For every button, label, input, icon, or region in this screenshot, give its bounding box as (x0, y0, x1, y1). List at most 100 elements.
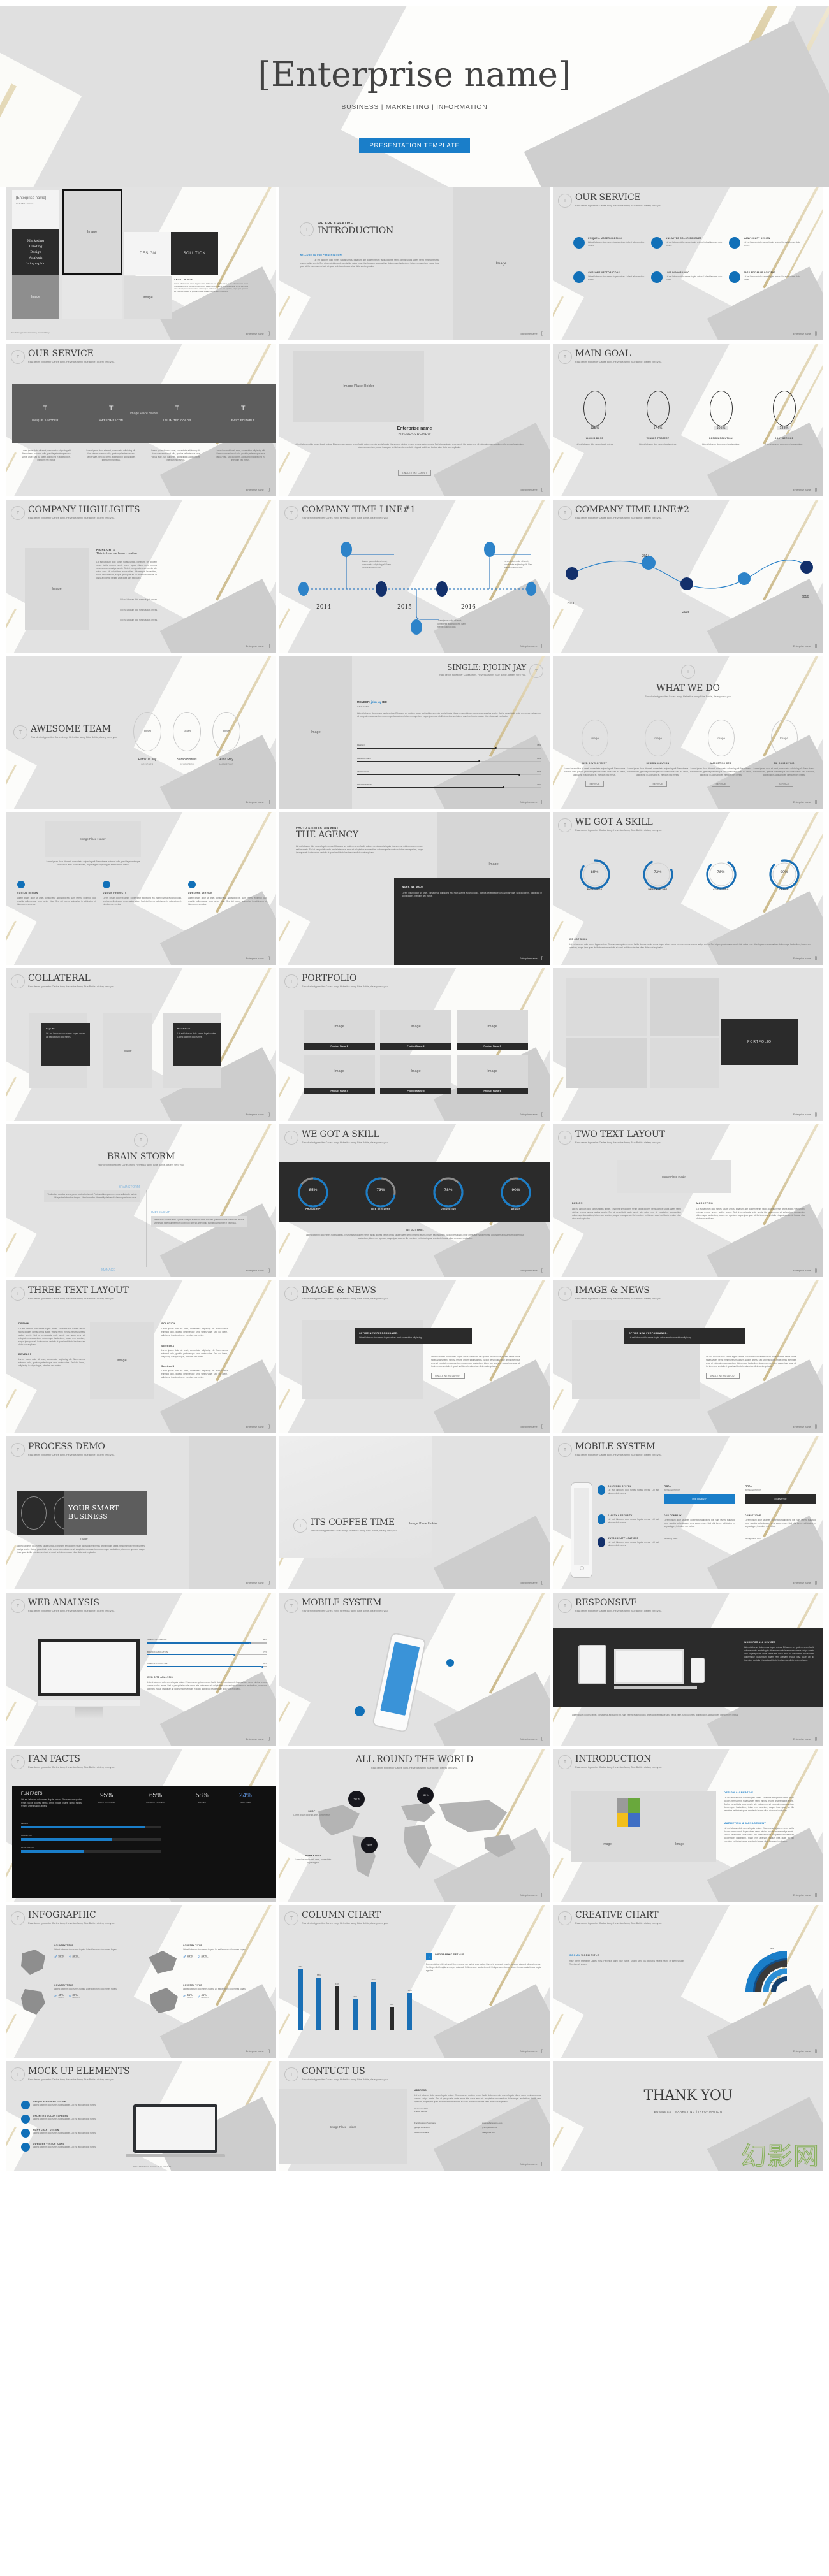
service-button[interactable]: SERVICE (585, 780, 604, 787)
service-item[interactable]: UNIQUE & MODERN DESIGN Lid est laborum do… (573, 237, 647, 249)
slide-process-demo[interactable]: T PROCESS DEMO Raw denim typewriter Carl… (6, 1436, 276, 1589)
skill-donut-item[interactable]: 78% CONSULTING (414, 1175, 482, 1210)
mockup-item[interactable]: UNLIMITED COLOR SCHEMES Lid est laborum d… (21, 2115, 117, 2124)
slide-portfolio-dark[interactable]: PORTFOLIO Enterprise name[] (553, 968, 823, 1121)
slide-cover-mosaic[interactable]: [Enterprise name] PRESENTATION Marketing… (6, 187, 276, 340)
portfolio-card[interactable]: Image Product Name 4 (304, 1055, 375, 1094)
service-item[interactable]: UNLIMITED COLOR SCHEMES Lid est laborum d… (651, 237, 725, 249)
slide-three-text-layout[interactable]: T THREE TEXT LAYOUT Raw denim typewriter… (6, 1280, 276, 1433)
competitor-button[interactable]: COMPETITOR (745, 1494, 816, 1504)
country-block[interactable]: COUNTRY TITLE Lid est laborum dolo rumes… (16, 1944, 138, 1980)
country-block[interactable]: COUNTRY TITLE Lid est laborum dolo rumes… (16, 1984, 138, 2020)
slide-skill-light[interactable]: T WE GOT A SKILL Raw denim typewriter Ca… (553, 812, 823, 965)
slide-column-chart[interactable]: T COLUMN CHART Raw denim typewriter Carl… (279, 1905, 550, 2058)
country-block[interactable]: COUNTRY TITLE Lid est laborum dolo rumes… (145, 1944, 267, 1980)
team-member[interactable]: Team Patrik Ja Jay DESIGNER (133, 712, 161, 766)
slide-portfolio-grid[interactable]: T PORTFOLIO Raw denim typewriter Carles … (279, 968, 550, 1121)
slide-mock-up-elements[interactable]: T MOCK UP ELEMENTS Raw denim typewriter … (6, 2061, 276, 2171)
portfolio-card[interactable]: Image Product Name 1 (304, 1010, 375, 1050)
slide-single-profile[interactable]: Image T SINGLE: P.JOHN JAY Raw denim typ… (279, 656, 550, 809)
service-item[interactable]: MANY CHART DESIGN Lid est laborum dolo ru… (729, 237, 803, 249)
service-item[interactable]: LIVE INFOGRAPHIC Lid est laborum dolo rum… (651, 271, 725, 283)
single-news-layout-button[interactable]: SINGLE NEWS LAYOUT (706, 1372, 740, 1379)
feature-item[interactable]: UNIQUE PRODUCTS Lorem ipsum dolor sit am… (103, 881, 182, 906)
slide-mobile-system-1[interactable]: T MOBILE SYSTEM Raw denim typewriter Car… (553, 1436, 823, 1589)
mockup-item[interactable]: UNIQUE & MODERN DESIGN Lid est laborum do… (21, 2101, 117, 2109)
skill-donut-item[interactable]: 85% PHOTOSHOP (563, 858, 626, 891)
slide-coffee-time[interactable]: T ITS COFFEE TIME Raw denim typewriter C… (279, 1436, 550, 1589)
our-company-button[interactable]: OUR COMPANY (664, 1494, 735, 1504)
map-pin[interactable]: +60 % (348, 1791, 365, 1807)
menu-item[interactable]: Design (30, 250, 41, 254)
slide-web-analysis[interactable]: T WEB ANALYSIS Raw denim typewriter Carl… (6, 1593, 276, 1746)
slide-business-review[interactable]: Image Place Holder Enterprise name BUSIN… (279, 344, 550, 496)
wwd-item[interactable]: Image BIZ CONSULTING Lorem ipsum dolor s… (752, 720, 816, 787)
map-pin[interactable]: +40 % (361, 1837, 378, 1853)
wwd-item[interactable]: Image MARKETING CEO Lorem ipsum dolor si… (689, 720, 752, 787)
slide-image-three-items[interactable]: Image Place Holder Lorem ipsum dolor sit… (6, 812, 276, 965)
portfolio-card[interactable]: Image Product Name 5 (380, 1055, 451, 1094)
slide-fan-facts[interactable]: T FAN FACTS Raw denim typewriter Carles … (6, 1749, 276, 1902)
slide-all-round-the-world[interactable]: ALL ROUND THE WORLD Raw denim typewriter… (279, 1749, 550, 1902)
slide-what-we-do[interactable]: T WHAT WE DO Raw denim typewriter Carles… (553, 656, 823, 809)
country-block[interactable]: COUNTRY TITLE Lid est laborum dolo rumes… (145, 1984, 267, 2020)
wwd-item[interactable]: Image WEB DEVELOPMENT Lorem ipsum dolor … (563, 720, 626, 787)
goal-item[interactable]: 188% COST SERVICE Lid est laborum dolo r… (752, 391, 816, 446)
menu-item[interactable]: Marketing (27, 239, 45, 243)
menu-item[interactable]: Landing (29, 245, 43, 249)
slide-responsive[interactable]: T RESPONSIVE Raw denim typewriter Carles… (553, 1593, 823, 1746)
slide-introduction[interactable]: Image T WE ARE CREATIVE INTRODUCTION WEL… (279, 187, 550, 340)
slide-skill-dark[interactable]: T WE GOT A SKILL Raw denim typewriter Ca… (279, 1124, 550, 1277)
skill-donut-item[interactable]: 73% WEB DEVELOPE (626, 858, 689, 891)
skill-donut-item[interactable]: 73% WEB DEVELOPE (347, 1175, 414, 1210)
goal-item[interactable]: 105% DESIGN SOLUTION Lid est laborum dol… (689, 391, 752, 446)
slide-timeline-2[interactable]: T COMPANY TIME LINE#2 Raw denim typewrit… (553, 500, 823, 653)
mosaic-menu[interactable]: Marketing Landing Design Analysis Infogr… (12, 229, 59, 275)
feature-item[interactable]: CUSTOM DESIGN Lorem ipsum dolor sit amet… (17, 881, 96, 906)
service-button[interactable]: SERVICE (712, 780, 730, 787)
slide-creative-chart[interactable]: T CREATIVE CHART Raw denim typewriter Ca… (553, 1905, 823, 2058)
social-link[interactable]: Facebook.com/yourname (414, 2121, 473, 2126)
menu-item[interactable]: Infographic (26, 262, 45, 266)
slide-image-news-2[interactable]: T IMAGE & NEWS Raw denim typewriter Carl… (553, 1280, 823, 1433)
menu-item[interactable]: Analysis (29, 256, 43, 260)
presentation-template-button[interactable]: PRESENTATION TEMPLATE (359, 138, 470, 153)
portfolio-card[interactable]: Image Product Name 3 (457, 1010, 528, 1050)
service-button[interactable]: SERVICE (775, 780, 793, 787)
goal-item[interactable]: 135% WORKS DONE Lid est laborum dolo rum… (563, 391, 626, 446)
wwd-item[interactable]: Image DESIGN SOLUTION Lorem ipsum dolor … (626, 720, 689, 787)
slide-collateral[interactable]: T COLLATERAL Raw denim typewriter Carles… (6, 968, 276, 1121)
team-member[interactable]: Team Sarah Howels DEVELOPER (173, 712, 201, 766)
social-link[interactable]: google.com/name (414, 2125, 473, 2131)
slide-the-agency[interactable]: Image PHOTO & ENTERTAINMENT THE AGENCY L… (279, 812, 550, 965)
skill-donut-item[interactable]: 90% DESIGN (752, 858, 816, 891)
contact-value[interactable]: www.websitename.com (482, 2121, 541, 2126)
slide-company-highlights[interactable]: T COMPANY HIGHLIGHTS Raw denim typewrite… (6, 500, 276, 653)
mockup-item[interactable]: MANY CHART DESIGN Lid est laborum dolo ru… (21, 2129, 117, 2138)
slide-contuct-us[interactable]: T CONTUCT US Raw denim typewriter Carles… (279, 2061, 550, 2171)
slide-thank-you[interactable]: THANK YOU BUSINESS | MARKETING | INFORMA… (553, 2061, 823, 2171)
slide-awesome-team[interactable]: T AWESOME TEAM Raw denim typewriter Carl… (6, 656, 276, 809)
slide-main-goal[interactable]: T MAIN GOAL Raw denim typewriter Carles … (553, 344, 823, 496)
slide-our-service-dark[interactable]: T OUR SERVICE Raw denim typewriter Carle… (6, 344, 276, 496)
slide-infographic-maps[interactable]: T INFOGRAPHIC Raw denim typewriter Carle… (6, 1905, 276, 2058)
map-pin[interactable]: +80 % (417, 1787, 434, 1804)
service-col[interactable]: T EASY EDITABLE (210, 405, 277, 423)
skill-donut-item[interactable]: 85% PHOTOSHOP (279, 1175, 347, 1210)
service-item[interactable]: EASY EDITABLE CONTENT Lid est laborum dol… (729, 271, 803, 283)
single-text-layout-button[interactable]: SINGLE TEXT LAYOUT (398, 470, 431, 476)
skill-donut-item[interactable]: 90% DESIGN (482, 1175, 550, 1210)
slide-image-news-1[interactable]: T IMAGE & NEWS Raw denim typewriter Carl… (279, 1280, 550, 1433)
service-col[interactable]: T UNIQUE & MODER (12, 405, 78, 423)
service-item[interactable]: AWESOME VECTOR ICONS Lid est laborum dolo… (573, 271, 647, 283)
portfolio-card[interactable]: Image Product Name 6 (457, 1055, 528, 1094)
feature-item[interactable]: AWESOME SERVICE Lorem ipsum dolor sit am… (188, 881, 267, 906)
portfolio-card[interactable]: Image Product Name 2 (380, 1010, 451, 1050)
slide-two-text-layout[interactable]: T TWO TEXT LAYOUT Raw denim typewriter C… (553, 1124, 823, 1277)
slide-brain-storm[interactable]: T BRAIN STORM Raw denim typewriter Carle… (6, 1124, 276, 1277)
mockup-item[interactable]: AWESOME VECTOR ICONS Lid est laborum dolo… (21, 2143, 117, 2152)
slide-timeline-1[interactable]: T COMPANY TIME LINE#1 Raw denim typewrit… (279, 500, 550, 653)
skill-donut-item[interactable]: 78% CONSULTING (689, 858, 752, 891)
goal-item[interactable]: 174% WINNER PROJECT Lid est laborum dolo… (626, 391, 689, 446)
slide-mobile-system-2[interactable]: T MOBILE SYSTEM Raw denim typewriter Car… (279, 1593, 550, 1746)
